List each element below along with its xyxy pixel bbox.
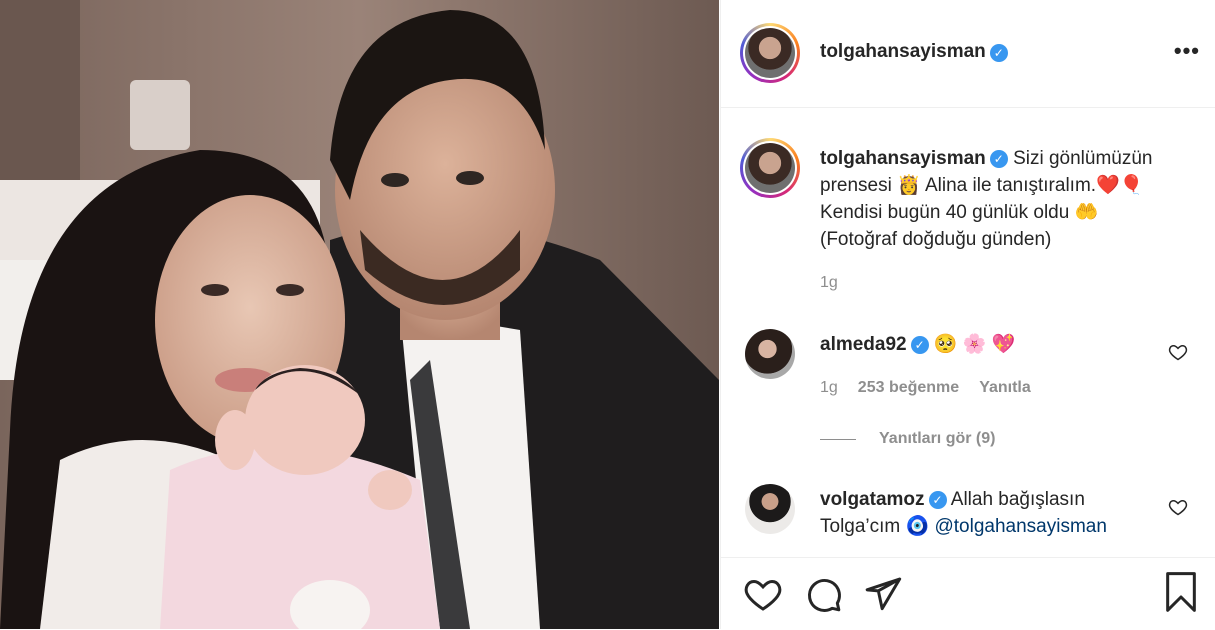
reply-button[interactable]: Yanıtla — [979, 379, 1031, 396]
caption-time[interactable]: 1g — [820, 274, 838, 292]
caption-text: tolgahansayisman ✓ Sizi gönlümüzün prense… — [820, 145, 1166, 253]
save-bookmark-icon[interactable] — [1161, 570, 1201, 619]
verified-badge-icon: ✓ — [910, 335, 929, 354]
author-username[interactable]: tolgahansayisman — [820, 41, 986, 62]
caption-username[interactable]: tolgahansayisman — [820, 148, 986, 169]
view-replies-button[interactable]: Yanıtları gör (9) — [879, 430, 995, 448]
comment-username[interactable]: almeda92 — [820, 334, 907, 355]
comment-likes-count[interactable]: 253 beğenme — [858, 379, 959, 396]
share-paper-plane-icon[interactable] — [863, 574, 903, 619]
caption-line-3: Kendisi bugün 40 günlük oldu 🤲 — [820, 202, 1099, 223]
verified-badge-icon: ✓ — [989, 149, 1008, 168]
comment-avatar-almeda92[interactable] — [745, 329, 795, 379]
comment-text-almeda92: almeda92 ✓ 🥺 🌸 💖 — [820, 331, 1166, 358]
caption-line-1: Sizi gönlümüzün — [1013, 148, 1153, 169]
comment-username[interactable]: volgatamoz — [820, 489, 925, 510]
post-side-panel: tolgahansayisman ✓ ••• tolgahansayisman ✓ … — [720, 0, 1215, 629]
comment-body: 🥺 🌸 💖 — [933, 334, 1016, 355]
post-header: tolgahansayisman ✓ ••• — [721, 0, 1215, 108]
caption-author-avatar[interactable] — [740, 138, 800, 198]
verified-badge-icon: ✓ — [928, 490, 947, 509]
caption-line-4: (Fotoğraf doğduğu günden) — [820, 229, 1052, 250]
verified-badge-icon: ✓ — [989, 43, 1008, 62]
comment-meta: 1g 253 beğenme Yanıtla — [820, 379, 1031, 397]
post-photo-image — [0, 0, 719, 629]
author-name-row: tolgahansayisman ✓ — [820, 41, 1008, 63]
like-heart-icon[interactable] — [743, 574, 783, 619]
comment-body-line-1: Allah bağışlasın — [950, 489, 1085, 510]
comments-list[interactable]: tolgahansayisman ✓ Sizi gönlümüzün prense… — [721, 108, 1215, 556]
comment-avatar-volgatamoz[interactable] — [745, 484, 795, 534]
more-options-icon[interactable]: ••• — [1174, 38, 1200, 64]
comment-like-heart-icon[interactable] — [1168, 497, 1188, 522]
comment-bubble-icon[interactable] — [803, 574, 843, 619]
mention-link[interactable]: @tolgahansayisman — [934, 516, 1106, 537]
caption-line-2: prensesi 👸 Alina ile tanıştıralım.❤️🎈 — [820, 175, 1144, 196]
author-avatar[interactable] — [740, 23, 800, 83]
comment-body-line-2: Tolga’cım 🧿 — [820, 516, 935, 537]
comment-text-volgatamoz: volgatamoz ✓ Allah bağışlasın Tolga’cım 🧿… — [820, 486, 1166, 540]
replies-divider — [820, 439, 856, 440]
comment-time[interactable]: 1g — [820, 379, 838, 396]
post-photo[interactable] — [0, 0, 719, 629]
comment-like-heart-icon[interactable] — [1168, 342, 1188, 367]
post-actions-bar — [721, 557, 1215, 630]
